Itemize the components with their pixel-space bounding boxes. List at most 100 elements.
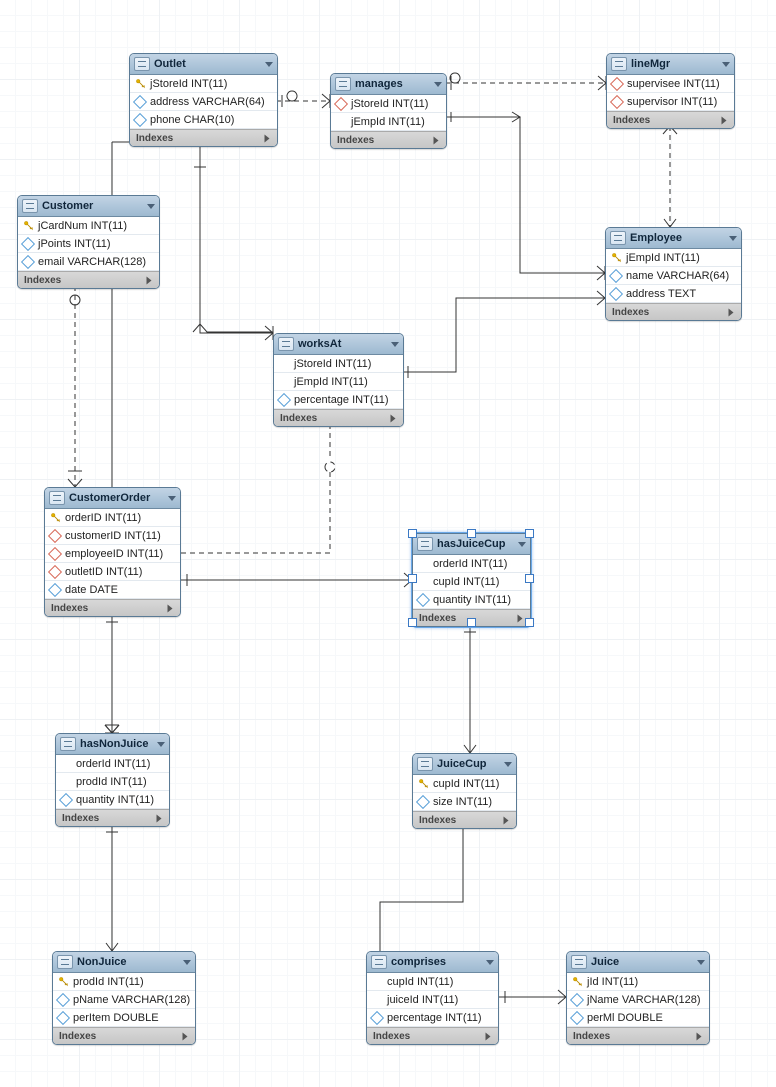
indexes-section[interactable]: Indexes bbox=[56, 809, 169, 826]
table-customerorder[interactable]: CustomerOrderorderID INT(11)customerID I… bbox=[44, 487, 181, 617]
collapse-icon[interactable] bbox=[504, 762, 512, 767]
table-column[interactable]: orderId INT(11) bbox=[56, 755, 169, 773]
table-column[interactable]: jStoreId INT(11) bbox=[331, 95, 446, 113]
table-column[interactable]: percentage INT(11) bbox=[274, 391, 403, 409]
collapse-icon[interactable] bbox=[729, 236, 737, 241]
table-column[interactable]: juiceId INT(11) bbox=[367, 991, 498, 1009]
table-column[interactable]: prodId INT(11) bbox=[53, 973, 195, 991]
table-column[interactable]: orderId INT(11) bbox=[413, 555, 530, 573]
expand-icon[interactable] bbox=[147, 276, 152, 284]
table-column[interactable]: cupId INT(11) bbox=[413, 573, 530, 591]
collapse-icon[interactable] bbox=[486, 960, 494, 965]
table-column[interactable]: jEmpId INT(11) bbox=[274, 373, 403, 391]
table-column[interactable]: name VARCHAR(64) bbox=[606, 267, 741, 285]
expand-icon[interactable] bbox=[504, 816, 509, 824]
selection-handle[interactable] bbox=[525, 574, 534, 583]
table-column[interactable]: perMl DOUBLE bbox=[567, 1009, 709, 1027]
expand-icon[interactable] bbox=[518, 614, 523, 622]
expand-icon[interactable] bbox=[391, 414, 396, 422]
table-column[interactable]: size INT(11) bbox=[413, 793, 516, 811]
table-column[interactable]: cupId INT(11) bbox=[413, 775, 516, 793]
indexes-section[interactable]: Indexes bbox=[413, 811, 516, 828]
table-header[interactable]: CustomerOrder bbox=[45, 488, 180, 509]
indexes-section[interactable]: Indexes bbox=[18, 271, 159, 288]
table-column[interactable]: prodId INT(11) bbox=[56, 773, 169, 791]
table-outlet[interactable]: OutletjStoreId INT(11)address VARCHAR(64… bbox=[129, 53, 278, 147]
expand-icon[interactable] bbox=[729, 308, 734, 316]
collapse-icon[interactable] bbox=[183, 960, 191, 965]
expand-icon[interactable] bbox=[183, 1032, 188, 1040]
collapse-icon[interactable] bbox=[265, 62, 273, 67]
collapse-icon[interactable] bbox=[168, 496, 176, 501]
table-column[interactable]: jStoreId INT(11) bbox=[274, 355, 403, 373]
indexes-section[interactable]: Indexes bbox=[130, 129, 277, 146]
table-column[interactable]: email VARCHAR(128) bbox=[18, 253, 159, 271]
table-column[interactable]: supervisee INT(11) bbox=[607, 75, 734, 93]
indexes-section[interactable]: Indexes bbox=[331, 131, 446, 148]
indexes-section[interactable]: Indexes bbox=[367, 1027, 498, 1044]
table-customer[interactable]: CustomerjCardNum INT(11)jPoints INT(11)e… bbox=[17, 195, 160, 289]
table-column[interactable]: address TEXT bbox=[606, 285, 741, 303]
selection-handle[interactable] bbox=[467, 529, 476, 538]
table-header[interactable]: worksAt bbox=[274, 334, 403, 355]
collapse-icon[interactable] bbox=[391, 342, 399, 347]
table-header[interactable]: NonJuice bbox=[53, 952, 195, 973]
selection-handle[interactable] bbox=[408, 574, 417, 583]
table-juicecup[interactable]: JuiceCupcupId INT(11)size INT(11)Indexes bbox=[412, 753, 517, 829]
table-column[interactable]: perItem DOUBLE bbox=[53, 1009, 195, 1027]
table-column[interactable]: address VARCHAR(64) bbox=[130, 93, 277, 111]
indexes-section[interactable]: Indexes bbox=[606, 303, 741, 320]
table-hasjuicecup[interactable]: hasJuiceCuporderId INT(11)cupId INT(11)q… bbox=[412, 533, 531, 627]
table-column[interactable]: jId INT(11) bbox=[567, 973, 709, 991]
collapse-icon[interactable] bbox=[147, 204, 155, 209]
table-header[interactable]: hasNonJuice bbox=[56, 734, 169, 755]
table-nonjuice[interactable]: NonJuiceprodId INT(11)pName VARCHAR(128)… bbox=[52, 951, 196, 1045]
table-column[interactable]: date DATE bbox=[45, 581, 180, 599]
table-header[interactable]: Employee bbox=[606, 228, 741, 249]
collapse-icon[interactable] bbox=[697, 960, 705, 965]
table-column[interactable]: jEmpId INT(11) bbox=[606, 249, 741, 267]
table-column[interactable]: customerID INT(11) bbox=[45, 527, 180, 545]
expand-icon[interactable] bbox=[486, 1032, 491, 1040]
table-header[interactable]: manages bbox=[331, 74, 446, 95]
indexes-section[interactable]: Indexes bbox=[607, 111, 734, 128]
table-header[interactable]: Juice bbox=[567, 952, 709, 973]
table-header[interactable]: comprises bbox=[367, 952, 498, 973]
collapse-icon[interactable] bbox=[518, 542, 526, 547]
collapse-icon[interactable] bbox=[434, 82, 442, 87]
collapse-icon[interactable] bbox=[722, 62, 730, 67]
table-comprises[interactable]: comprisescupId INT(11)juiceId INT(11)per… bbox=[366, 951, 499, 1045]
selection-handle[interactable] bbox=[525, 618, 534, 627]
table-column[interactable]: quantity INT(11) bbox=[413, 591, 530, 609]
table-column[interactable]: jPoints INT(11) bbox=[18, 235, 159, 253]
table-column[interactable]: outletID INT(11) bbox=[45, 563, 180, 581]
indexes-section[interactable]: Indexes bbox=[567, 1027, 709, 1044]
table-column[interactable]: orderID INT(11) bbox=[45, 509, 180, 527]
indexes-section[interactable]: Indexes bbox=[274, 409, 403, 426]
table-juice[interactable]: JuicejId INT(11)jName VARCHAR(128)perMl … bbox=[566, 951, 710, 1045]
expand-icon[interactable] bbox=[434, 136, 439, 144]
table-column[interactable]: cupId INT(11) bbox=[367, 973, 498, 991]
indexes-section[interactable]: Indexes bbox=[45, 599, 180, 616]
selection-handle[interactable] bbox=[525, 529, 534, 538]
table-header[interactable]: Outlet bbox=[130, 54, 277, 75]
selection-handle[interactable] bbox=[408, 618, 417, 627]
table-header[interactable]: Customer bbox=[18, 196, 159, 217]
expand-icon[interactable] bbox=[265, 134, 270, 142]
table-column[interactable]: employeeID INT(11) bbox=[45, 545, 180, 563]
collapse-icon[interactable] bbox=[157, 742, 165, 747]
table-column[interactable]: pName VARCHAR(128) bbox=[53, 991, 195, 1009]
table-employee[interactable]: EmployeejEmpId INT(11)name VARCHAR(64)ad… bbox=[605, 227, 742, 321]
table-column[interactable]: supervisor INT(11) bbox=[607, 93, 734, 111]
expand-icon[interactable] bbox=[697, 1032, 702, 1040]
table-column[interactable]: phone CHAR(10) bbox=[130, 111, 277, 129]
table-linemgr[interactable]: lineMgrsupervisee INT(11)supervisor INT(… bbox=[606, 53, 735, 129]
expand-icon[interactable] bbox=[722, 116, 727, 124]
table-worksat[interactable]: worksAtjStoreId INT(11)jEmpId INT(11)per… bbox=[273, 333, 404, 427]
table-column[interactable]: jCardNum INT(11) bbox=[18, 217, 159, 235]
expand-icon[interactable] bbox=[168, 604, 173, 612]
table-hasnonjuice[interactable]: hasNonJuiceorderId INT(11)prodId INT(11)… bbox=[55, 733, 170, 827]
table-column[interactable]: jEmpId INT(11) bbox=[331, 113, 446, 131]
table-header[interactable]: JuiceCup bbox=[413, 754, 516, 775]
table-manages[interactable]: managesjStoreId INT(11)jEmpId INT(11)Ind… bbox=[330, 73, 447, 149]
